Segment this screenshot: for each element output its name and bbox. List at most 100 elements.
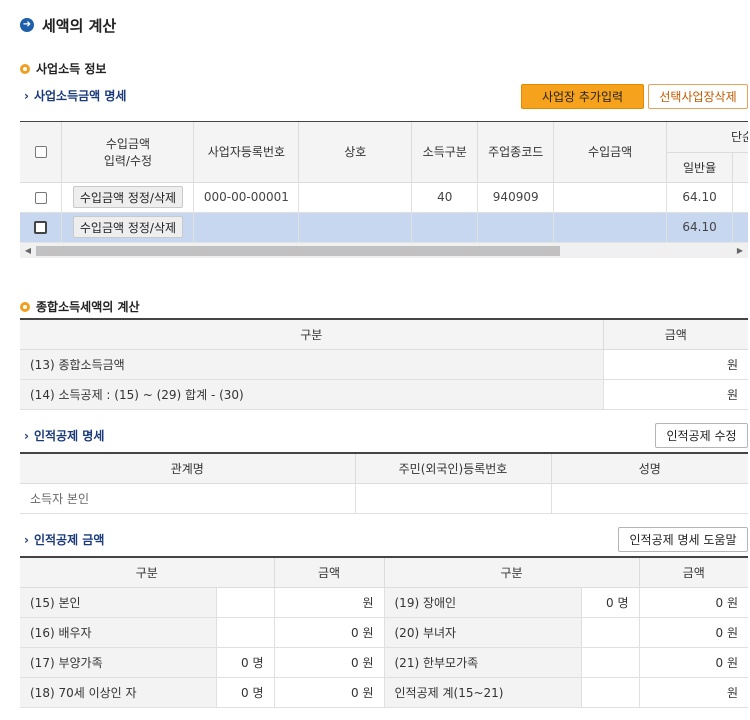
trade-name-header: 상호 bbox=[298, 122, 413, 183]
income-type-cell: 40 bbox=[411, 182, 479, 213]
row-label: (15) 본인 bbox=[20, 586, 217, 618]
deduction-amount-subheading: › 인적공제 금액 bbox=[24, 532, 105, 548]
page-title-text: 세액의 계산 bbox=[42, 16, 117, 35]
reg-no-header: 사업자등록번호 bbox=[193, 122, 300, 183]
reg-no-cell bbox=[193, 212, 300, 243]
select-all-checkbox[interactable] bbox=[34, 146, 47, 159]
chevron-right-icon: › bbox=[24, 532, 29, 547]
category-header: 구분 bbox=[20, 319, 604, 350]
edit-personal-deduction-button[interactable]: 인적공제 수정 bbox=[655, 423, 748, 448]
trade-name-cell bbox=[298, 212, 413, 243]
business-income-subheading: › 사업소득금액 명세 bbox=[24, 88, 127, 104]
row-label: (16) 배우자 bbox=[20, 616, 217, 648]
personal-deduction-table: 관계명 주민(외국인)등록번호 성명 소득자 본인 bbox=[20, 452, 748, 514]
count-cell[interactable] bbox=[580, 646, 640, 678]
extra-rate-header bbox=[732, 152, 748, 183]
industry-code-header: 주업종코드 bbox=[477, 122, 555, 183]
table-row-selected[interactable]: 수입금액 정정/삭제 64.10 bbox=[20, 212, 748, 243]
table-row: (18) 70세 이상인 자 0 명 0 원 인적공제 계(15~21) 원 bbox=[20, 676, 748, 708]
simple-expense-rate-header: 단순경비 bbox=[666, 122, 748, 153]
row-label: (20) 부녀자 bbox=[383, 616, 582, 648]
add-business-button[interactable]: 사업장 추가입력 bbox=[521, 84, 644, 109]
id-number-cell bbox=[354, 482, 552, 514]
horizontal-scrollbar[interactable]: ◀ ▶ bbox=[20, 242, 748, 258]
arrow-right-circle-icon: ➜ bbox=[20, 18, 34, 32]
deduction-help-button[interactable]: 인적공제 명세 도움말 bbox=[618, 527, 748, 552]
row-label: (14) 소득공제 : (15) ~ (29) 합계 - (30) bbox=[20, 378, 604, 410]
edit-income-button[interactable]: 수입금액 정정/삭제 bbox=[72, 216, 184, 238]
amount-cell: 0 원 bbox=[273, 646, 385, 678]
row-label: (13) 종합소득금액 bbox=[20, 348, 604, 380]
table-row: (17) 부양가족 0 명 0 원 (21) 한부모가족 0 원 bbox=[20, 646, 748, 678]
income-type-cell bbox=[411, 212, 479, 243]
count-cell[interactable]: 0 명 bbox=[215, 646, 275, 678]
amount-cell: 0 원 bbox=[638, 616, 748, 648]
table-row: (15) 본인 원 (19) 장애인 0 명 0 원 bbox=[20, 586, 748, 618]
amount-input[interactable]: 원 bbox=[602, 348, 748, 380]
count-cell[interactable]: 0 명 bbox=[580, 586, 640, 618]
income-amount-header: 수입금액 bbox=[553, 122, 668, 183]
table-row: 소득자 본인 bbox=[20, 482, 748, 514]
count-cell[interactable] bbox=[580, 616, 640, 648]
count-cell[interactable] bbox=[580, 676, 640, 708]
row-checkbox[interactable] bbox=[34, 221, 48, 234]
business-info-heading: 사업소득 정보 bbox=[20, 60, 106, 77]
tax-calc-heading: 종합소득세액의 계산 bbox=[20, 298, 140, 315]
income-amount-cell bbox=[553, 182, 668, 213]
table-row[interactable]: 수입금액 정정/삭제 000-00-00001 40 940909 64.10 bbox=[20, 182, 748, 213]
amount-header: 금액 bbox=[602, 319, 748, 350]
reg-no-cell: 000-00-00001 bbox=[193, 182, 300, 213]
scroll-left-icon[interactable]: ◀ bbox=[20, 243, 36, 259]
industry-code-cell bbox=[477, 212, 555, 243]
table-row: (16) 배우자 0 원 (20) 부녀자 0 원 bbox=[20, 616, 748, 648]
count-cell[interactable] bbox=[215, 616, 275, 648]
right-amount-header: 금액 bbox=[638, 557, 748, 588]
business-income-table: 수입금액입력/수정 사업자등록번호 상호 소득구분 주업종코드 수입금액 단순경… bbox=[20, 121, 748, 261]
row-label: (18) 70세 이상인 자 bbox=[20, 676, 217, 708]
left-category-header: 구분 bbox=[20, 557, 275, 588]
edit-income-button[interactable]: 수입금액 정정/삭제 bbox=[72, 186, 184, 208]
amount-cell: 원 bbox=[273, 586, 385, 618]
tax-calc-table: 구분 금액 (13) 종합소득금액 원 (14) 소득공제 : (15) ~ (… bbox=[20, 318, 748, 410]
row-label: (21) 한부모가족 bbox=[383, 646, 582, 678]
amount-input[interactable]: 원 bbox=[602, 378, 748, 410]
right-category-header: 구분 bbox=[383, 557, 640, 588]
relation-header: 관계명 bbox=[20, 453, 356, 484]
name-header: 성명 bbox=[550, 453, 748, 484]
personal-deduction-subheading: › 인적공제 명세 bbox=[24, 428, 105, 444]
amount-cell: 0 원 bbox=[273, 676, 385, 708]
name-cell bbox=[550, 482, 748, 514]
row-label: 인적공제 계(15~21) bbox=[383, 676, 582, 708]
bullet-icon bbox=[20, 63, 30, 74]
income-amount-cell bbox=[553, 212, 668, 243]
row-label: (17) 부양가족 bbox=[20, 646, 217, 678]
row-checkbox[interactable] bbox=[34, 191, 47, 204]
count-cell[interactable] bbox=[215, 586, 275, 618]
bullet-icon bbox=[20, 301, 30, 312]
trade-name-cell bbox=[298, 182, 413, 213]
amount-cell: 0 원 bbox=[638, 586, 748, 618]
relation-cell: 소득자 본인 bbox=[20, 482, 356, 514]
general-rate-cell: 64.10 bbox=[666, 212, 734, 243]
row-label: (19) 장애인 bbox=[383, 586, 582, 618]
count-cell[interactable]: 0 명 bbox=[215, 676, 275, 708]
table-row: (13) 종합소득금액 원 bbox=[20, 348, 748, 380]
amount-cell: 0 원 bbox=[638, 646, 748, 678]
table-row: (14) 소득공제 : (15) ~ (29) 합계 - (30) 원 bbox=[20, 378, 748, 410]
general-rate-header: 일반율 bbox=[666, 152, 734, 183]
scroll-thumb[interactable] bbox=[36, 246, 560, 256]
page-title: ➜ 세액의 계산 bbox=[20, 14, 116, 36]
scroll-right-icon[interactable]: ▶ bbox=[732, 243, 748, 259]
amount-cell: 원 bbox=[638, 676, 748, 708]
delete-selected-business-button[interactable]: 선택사업장삭제 bbox=[648, 84, 748, 109]
left-amount-header: 금액 bbox=[273, 557, 385, 588]
select-all-cell bbox=[20, 122, 63, 183]
amount-cell: 0 원 bbox=[273, 616, 385, 648]
chevron-right-icon: › bbox=[24, 88, 29, 103]
chevron-right-icon: › bbox=[24, 428, 29, 443]
income-type-header: 소득구분 bbox=[411, 122, 479, 183]
deduction-amount-table: 구분 금액 구분 금액 (15) 본인 원 (19) 장애인 0 명 0 원 (… bbox=[20, 556, 748, 708]
income-edit-header: 수입금액 입력/수정 bbox=[61, 122, 195, 183]
industry-code-cell: 940909 bbox=[477, 182, 555, 213]
general-rate-cell: 64.10 bbox=[666, 182, 734, 213]
